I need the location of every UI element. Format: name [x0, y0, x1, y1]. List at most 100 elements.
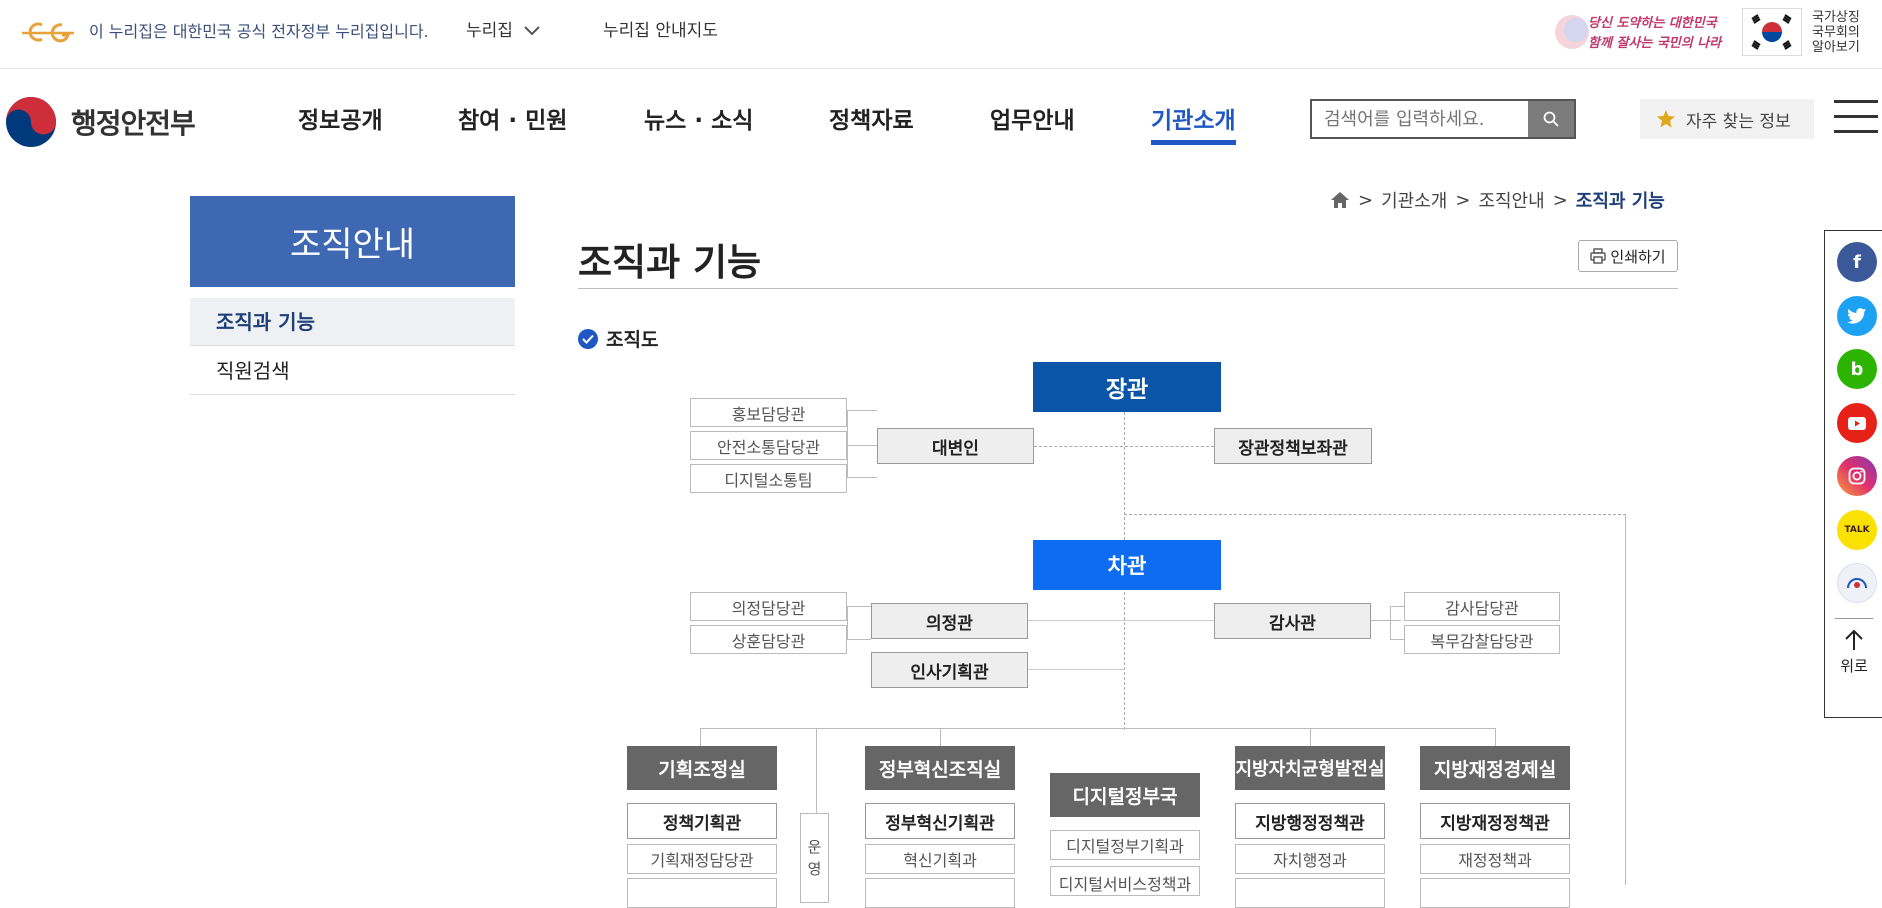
- ministry-logo[interactable]: 행정안전부: [4, 95, 196, 149]
- connector-line: [1390, 639, 1404, 640]
- nav-business-guide[interactable]: 업무안내: [990, 104, 1075, 138]
- innovation-planning-box[interactable]: 정부혁신기획관: [865, 803, 1015, 839]
- planning-coordination-office-box[interactable]: 기획조정실: [627, 746, 777, 790]
- search-box: [1310, 99, 1576, 139]
- ministry-name: 행정안전부: [71, 107, 196, 140]
- digital-service-policy-box[interactable]: 디지털서비스정책과: [1050, 866, 1200, 896]
- nav-news[interactable]: 뉴스 · 소식: [644, 104, 753, 138]
- digital-gov-planning-box[interactable]: 디지털정부기획과: [1050, 830, 1200, 860]
- connector-line: [1390, 606, 1404, 607]
- title-divider: [578, 288, 1678, 289]
- breadcrumb-org-guide[interactable]: 조직안내: [1478, 187, 1544, 213]
- connector-line: [1390, 606, 1391, 640]
- lnb-item-org-function[interactable]: 조직과 기능: [190, 298, 515, 346]
- local-admin-policy-box[interactable]: 지방행정정책관: [1235, 803, 1385, 839]
- service-inspection-officer-box[interactable]: 복무감찰담당관: [1404, 625, 1560, 654]
- connector-line: [1371, 620, 1401, 621]
- nav-policy-data[interactable]: 정책자료: [829, 104, 914, 138]
- egov-logo-icon: [22, 22, 74, 43]
- connector-line: [847, 477, 877, 478]
- search-button[interactable]: [1528, 101, 1574, 137]
- office-item-box[interactable]: [627, 878, 777, 908]
- digital-comm-team-box[interactable]: 디지털소통팀: [690, 464, 847, 493]
- connector-line: [700, 728, 1496, 729]
- audit-officer-box[interactable]: 감사담당관: [1404, 592, 1560, 621]
- minister-box[interactable]: 장관: [1033, 362, 1221, 412]
- page-title: 조직과 기능: [578, 241, 762, 284]
- national-symbol-link[interactable]: 국가상징 국무회의 알아보기: [1742, 8, 1870, 56]
- favorite-info-button[interactable]: 자주 찾는 정보: [1640, 99, 1814, 139]
- safety-comm-officer-box[interactable]: 안전소통담당관: [690, 431, 847, 460]
- nuri-menu-label: 누리집: [466, 21, 513, 41]
- office-item-box[interactable]: [865, 878, 1015, 908]
- scroll-top-button[interactable]: 위로: [1825, 629, 1882, 676]
- lnb-title: 조직안내: [190, 196, 515, 287]
- all-menu-button[interactable]: [1834, 100, 1878, 136]
- operation-vertical-box[interactable]: 운영: [800, 813, 829, 903]
- home-icon[interactable]: [1330, 191, 1350, 209]
- connector-line: [1625, 514, 1626, 885]
- main-nav: 정보공개 참여 · 민원 뉴스 · 소식 정책자료 업무안내 기관소개: [298, 104, 1258, 145]
- breadcrumb: > 기관소개 > 조직안내 > 조직과 기능: [1330, 187, 1665, 213]
- autonomy-admin-box[interactable]: 자치행정과: [1235, 844, 1385, 874]
- policy-planning-box[interactable]: 정책기획관: [627, 803, 777, 839]
- inspector-box[interactable]: 감사관: [1214, 603, 1371, 639]
- check-circle-icon: [578, 328, 598, 349]
- slogan-line-1: 당신 도약하는 대한민국: [1588, 16, 1717, 31]
- org-chart-heading-text: 조직도: [606, 329, 659, 351]
- office-item-box[interactable]: [1235, 878, 1385, 908]
- breadcrumb-about[interactable]: 기관소개: [1381, 187, 1447, 213]
- digital-gov-bureau-box[interactable]: 디지털정부국: [1050, 773, 1200, 817]
- connector-line: [700, 728, 701, 746]
- innovation-planning-div-box[interactable]: 혁신기획과: [865, 844, 1015, 874]
- instagram-icon[interactable]: [1837, 456, 1877, 496]
- slogan-banner[interactable]: 당신 도약하는 대한민국 함께 잘사는 국민의 나라: [1552, 8, 1721, 56]
- connector-line: [1028, 669, 1124, 670]
- local-finance-policy-box[interactable]: 지방재정정책관: [1420, 803, 1570, 839]
- facebook-icon[interactable]: f: [1837, 242, 1877, 282]
- planning-finance-box[interactable]: 기획재정담당관: [627, 844, 777, 874]
- youtube-icon[interactable]: [1837, 403, 1877, 443]
- blog-icon[interactable]: b: [1837, 349, 1877, 389]
- assembly-officer-box[interactable]: 의정담당관: [690, 592, 847, 621]
- share-divider: [1835, 618, 1873, 619]
- connector-line: [1310, 728, 1311, 746]
- innovation-org-office-box[interactable]: 정부혁신조직실: [865, 746, 1015, 790]
- kakaotalk-icon[interactable]: TALK: [1837, 510, 1877, 550]
- flag-label: 국가상징 국무회의 알아보기: [1812, 9, 1860, 55]
- channel-icon[interactable]: [1837, 563, 1877, 603]
- slogan-emblem-icon: [1555, 15, 1589, 49]
- policy-aide-box[interactable]: 장관정책보좌관: [1214, 428, 1372, 464]
- assembly-bureau-box[interactable]: 의정관: [871, 603, 1028, 639]
- arrow-up-icon: [1845, 629, 1863, 650]
- connector-line: [847, 606, 848, 640]
- office-item-box[interactable]: [1420, 878, 1570, 908]
- nuri-guide-link[interactable]: 누리집 안내지도: [603, 18, 718, 44]
- twitter-icon[interactable]: [1837, 296, 1877, 336]
- lnb-item-staff-search[interactable]: 직원검색: [190, 347, 515, 395]
- local-autonomy-office-box[interactable]: 지방자치균형발전실: [1235, 746, 1385, 790]
- vice-minister-box[interactable]: 차관: [1033, 540, 1221, 590]
- hr-planning-box[interactable]: 인사기획관: [871, 652, 1028, 688]
- print-label: 인쇄하기: [1610, 247, 1666, 266]
- hamburger-line: [1834, 130, 1878, 133]
- print-button[interactable]: 인쇄하기: [1578, 240, 1678, 272]
- breadcrumb-sep: >: [1455, 189, 1471, 211]
- spokesperson-box[interactable]: 대변인: [877, 428, 1034, 464]
- nav-info-disclosure[interactable]: 정보공개: [298, 104, 383, 138]
- connector-line: [847, 445, 877, 446]
- breadcrumb-sep: >: [1552, 189, 1568, 211]
- local-finance-office-box[interactable]: 지방재정경제실: [1420, 746, 1570, 790]
- finance-policy-div-box[interactable]: 재정정책과: [1420, 844, 1570, 874]
- pr-officer-box[interactable]: 홍보담당관: [690, 398, 847, 427]
- nuri-menu-toggle[interactable]: 누리집: [466, 18, 541, 44]
- korean-flag-icon: [1742, 8, 1802, 56]
- search-icon: [1543, 111, 1559, 127]
- connector-line: [816, 728, 817, 813]
- search-input[interactable]: [1312, 101, 1528, 137]
- connector-line: [1495, 728, 1496, 746]
- star-icon: [1657, 110, 1675, 128]
- nav-about[interactable]: 기관소개: [1151, 104, 1236, 145]
- award-officer-box[interactable]: 상훈담당관: [690, 625, 847, 654]
- nav-participation[interactable]: 참여 · 민원: [458, 104, 567, 138]
